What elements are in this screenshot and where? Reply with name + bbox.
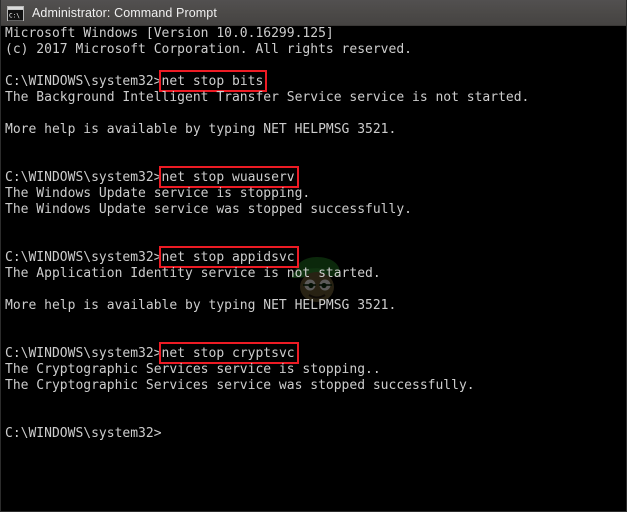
window-title: Administrator: Command Prompt <box>32 5 217 20</box>
output-text: The Application Identity service is not … <box>5 266 381 281</box>
output-text: More help is available by typing NET HEL… <box>5 298 397 313</box>
console-output-area[interactable]: Microsoft Windows [Version 10.0.16299.12… <box>1 26 626 511</box>
highlighted-command: net stop appidsvc <box>161 250 295 265</box>
console-window-icon[interactable]: C:\ <box>7 5 24 21</box>
console-output-line: The Windows Update service was stopped s… <box>5 202 626 218</box>
highlighted-command: net stop wuauserv <box>161 170 295 185</box>
console-output-line: The Cryptographic Services service is st… <box>5 362 626 378</box>
console-command-line: C:\WINDOWS\system32>net stop bits <box>5 74 626 90</box>
console-output-line: More help is available by typing NET HEL… <box>5 122 626 138</box>
console-output-line: The Cryptographic Services service was s… <box>5 378 626 394</box>
highlighted-command: net stop cryptsvc <box>161 346 295 361</box>
svg-text:C:\: C:\ <box>9 12 20 19</box>
output-text: Microsoft Windows [Version 10.0.16299.12… <box>5 26 334 41</box>
console-prompt: C:\WINDOWS\system32> <box>5 74 162 89</box>
console-prompt: C:\WINDOWS\system32> <box>5 170 162 185</box>
window-titlebar[interactable]: C:\ Administrator: Command Prompt <box>1 0 626 26</box>
console-prompt: C:\WINDOWS\system32> <box>5 250 162 265</box>
console-lines: Microsoft Windows [Version 10.0.16299.12… <box>1 26 626 442</box>
console-output-line: Microsoft Windows [Version 10.0.16299.12… <box>5 26 626 42</box>
output-text: The Cryptographic Services service was s… <box>5 378 475 393</box>
console-output-line: The Windows Update service is stopping. <box>5 186 626 202</box>
output-text: The Background Intelligent Transfer Serv… <box>5 90 530 105</box>
console-command-line: C:\WINDOWS\system32>net stop wuauserv <box>5 170 626 186</box>
console-command-line: C:\WINDOWS\system32>net stop cryptsvc <box>5 346 626 362</box>
command-prompt-window: C:\ Administrator: Command Prompt Micros… <box>0 0 627 512</box>
output-text: More help is available by typing NET HEL… <box>5 122 397 137</box>
console-command-line: C:\WINDOWS\system32> <box>5 426 626 442</box>
console-output-line: (c) 2017 Microsoft Corporation. All righ… <box>5 42 626 58</box>
highlighted-command: net stop bits <box>161 74 264 89</box>
console-output-line: More help is available by typing NET HEL… <box>5 298 626 314</box>
console-prompt: C:\WINDOWS\system32> <box>5 426 162 441</box>
console-prompt: C:\WINDOWS\system32> <box>5 346 162 361</box>
console-output-line: The Background Intelligent Transfer Serv… <box>5 90 626 106</box>
output-text: (c) 2017 Microsoft Corporation. All righ… <box>5 42 412 57</box>
console-output-line: The Application Identity service is not … <box>5 266 626 282</box>
output-text: The Windows Update service was stopped s… <box>5 202 412 217</box>
output-text: The Cryptographic Services service is st… <box>5 362 381 377</box>
console-command-line: C:\WINDOWS\system32>net stop appidsvc <box>5 250 626 266</box>
output-text: The Windows Update service is stopping. <box>5 186 311 201</box>
